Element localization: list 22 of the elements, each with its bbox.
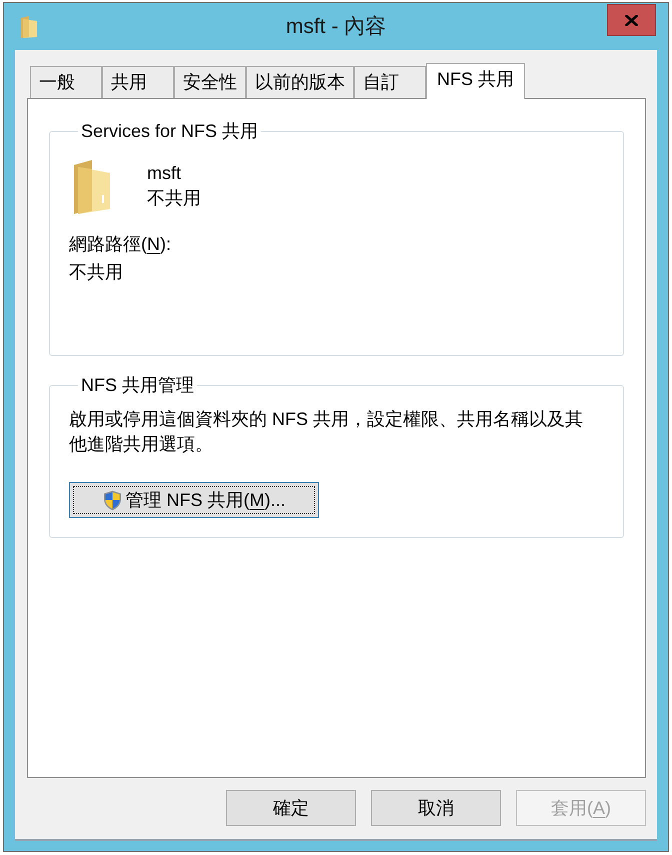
network-path-value: 不共用 [69, 261, 123, 284]
group-title: NFS 共用管理 [80, 375, 196, 395]
dialog-button[interactable]: 取消 [371, 790, 501, 826]
folder-icon [20, 14, 38, 38]
description-text: 啟用或停用這個資料夾的 NFS 共用，設定權限、共用名稱以及其他進階共用選項。 [69, 408, 584, 456]
tab[interactable]: 自訂 [354, 66, 426, 98]
share-status: 不共用 [147, 187, 201, 210]
window-title: msft - 內容 [286, 14, 386, 40]
tab[interactable]: 一般 [30, 66, 102, 98]
group-title: Services for NFS 共用 [80, 121, 260, 141]
folder-name: msft [147, 162, 182, 185]
manage-nfs-share-button[interactable]: 管理 NFS 共用(M)... [69, 482, 319, 518]
tab[interactable]: NFS 共用 [426, 63, 526, 99]
dialog-button[interactable]: 確定 [226, 790, 356, 826]
network-path-label: 網路路徑(N): [69, 233, 171, 256]
close-button[interactable] [607, 4, 656, 36]
tab[interactable]: 安全性 [174, 66, 246, 98]
close-icon [625, 14, 638, 26]
shield-icon [102, 490, 122, 510]
tab[interactable]: 以前的版本 [246, 66, 354, 98]
folder-icon [72, 159, 112, 215]
tab[interactable]: 共用 [102, 66, 174, 98]
